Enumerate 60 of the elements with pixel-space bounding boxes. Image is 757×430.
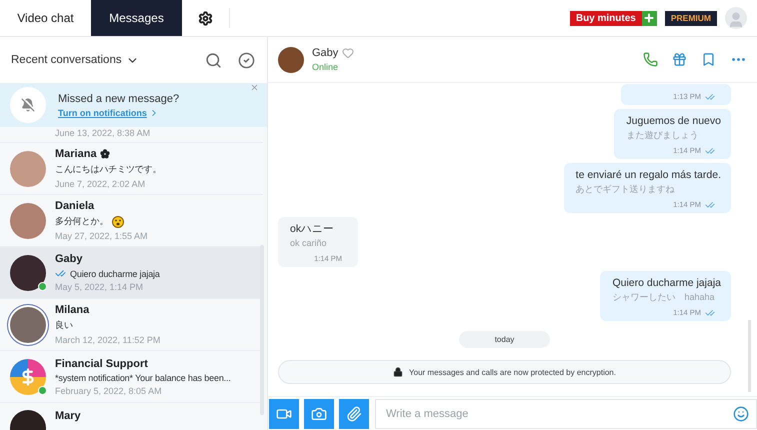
message-translation: また遊びましょう [626,129,700,142]
conversation-date: May 27, 2022, 1:55 AM [55,231,148,241]
add-button[interactable] [642,10,657,26]
phone-icon[interactable] [643,52,658,67]
message-preview: こんにちはハチミツです。 [55,163,162,176]
bell-off-icon [10,87,46,123]
contact-name: Daniela [55,200,94,212]
avatar-photo [10,150,46,186]
message-translation: シャワーしたい hahaha [612,291,716,304]
message-text: Juguemos de nuevo [626,114,721,128]
online-status: Online [312,62,340,72]
camera-icon [311,406,327,422]
message-input[interactable]: Write a message [375,398,757,428]
message-preview: 多分何とか。 [55,215,108,228]
contact-name: Gaby [55,253,83,265]
contact-photo [278,46,304,72]
banner-title: Missed a new message? [58,92,180,104]
contact-name: Milana [55,304,90,316]
search-icon[interactable] [205,52,222,68]
message-text: okハニー [290,222,336,236]
heart-icon[interactable] [342,47,354,59]
attach-button[interactable] [339,398,369,428]
conversation-item[interactable]: Mary [0,403,263,430]
message-text: te enviaré un regalo más tarde. [576,168,721,182]
contact-name: Gaby [312,47,338,59]
lock-icon [393,367,404,377]
avatar-photo [10,254,46,290]
contact-name: Financial Support [55,358,148,370]
paperclip-icon [346,406,362,422]
message-translation: ok cariño [290,237,328,250]
conversation-date: May 5, 2022, 1:14 PM [55,282,144,292]
camera-button[interactable] [304,398,334,428]
contact-name: Mary [55,410,81,422]
conversation-date: March 12, 2022, 11:52 PM [55,335,160,345]
top-tab[interactable]: Messages [91,0,182,36]
message-preview: 良い [55,319,73,332]
settings-icon[interactable] [198,10,213,26]
day-separator: today [458,331,550,348]
conversation-date: February 5, 2022, 8:05 AM [55,386,163,396]
avatar-photo [10,202,46,238]
sticker-icon[interactable] [733,406,749,422]
buy-minutes-button[interactable]: Buy minutes [570,10,642,26]
message-preview: *system notification* Your balance has been... [55,372,231,382]
check-circle-icon[interactable] [238,52,255,68]
conversations-dropdown[interactable]: Recent conversations [11,54,139,66]
contact-name: Mariana [55,148,97,160]
dollar-logo-icon [10,358,46,394]
conversation-date: June 7, 2022, 2:02 AM [55,179,146,189]
close-icon[interactable] [250,83,259,92]
gift-icon[interactable] [672,52,687,67]
conversation-date: June 13, 2022, 8:38 AM [55,128,150,138]
conversation-item-selected[interactable]: Gaby Quiero ducharme jajaja May 5, 2022, 1:14 PM [0,247,263,299]
notice-text: Your messages and calls are now protected by encryption. [409,368,616,376]
conversation-item[interactable]: Mariana こんにちはハチミツです。 June 7, 2022, 2:02 AM [0,143,263,195]
message-preview: Quiero ducharme jajaja [70,268,160,278]
video-button[interactable] [269,398,299,428]
premium-button[interactable]: PREMIUM [664,10,717,26]
message-translation: あとでギフト送りますね [576,183,676,196]
bookmark-icon[interactable] [701,52,716,67]
message-text: Quiero ducharme jajaja [612,276,721,290]
